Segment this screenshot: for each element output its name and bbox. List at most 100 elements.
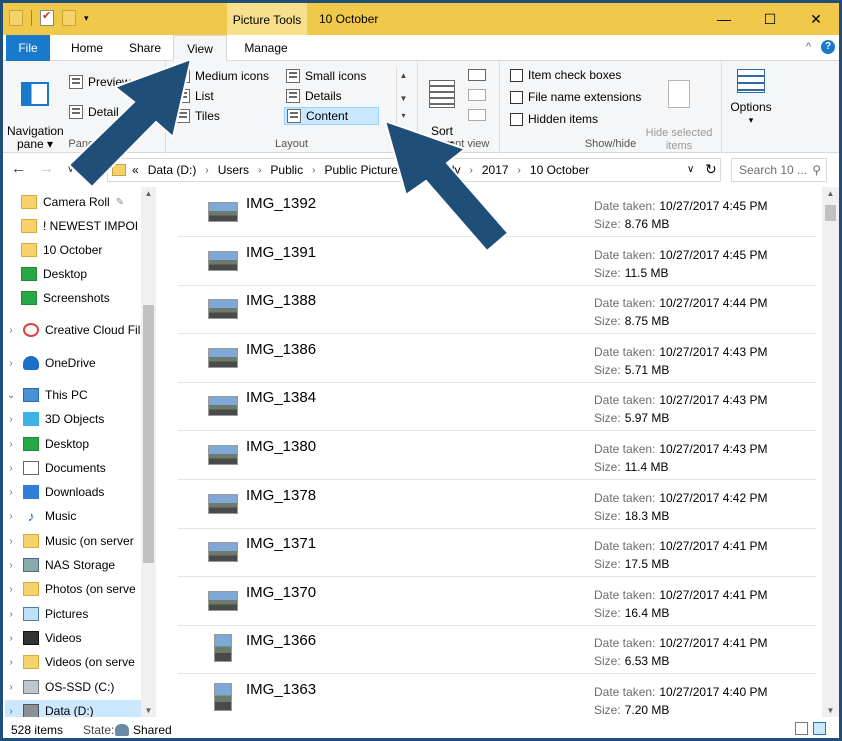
search-icon[interactable]: ⚲	[812, 159, 821, 181]
group-by-icon[interactable]	[468, 69, 486, 81]
expand-chevron-icon[interactable]: ›	[5, 358, 17, 369]
expand-chevron-icon[interactable]: ›	[5, 414, 17, 425]
breadcrumb-2017[interactable]: 2017	[477, 163, 514, 177]
file-name-extensions-toggle[interactable]: File name extensions	[510, 88, 641, 106]
layout-medium-icons[interactable]: Medium icons	[176, 67, 269, 85]
breadcrumb-separator-icon[interactable]: ›	[409, 165, 420, 176]
tab-manage[interactable]: Manage	[231, 35, 301, 61]
file-row[interactable]: IMG_1392 Date taken: 10/27/2017 4:45 PM Siz…	[178, 189, 816, 237]
layout-gallery-scroll[interactable]: ▲ ▼ ▾	[396, 67, 410, 131]
expand-chevron-icon[interactable]: ›	[5, 609, 17, 620]
nav-item[interactable]: › Downloads	[5, 481, 104, 503]
file-row[interactable]: IMG_1366 Date taken: 10/27/2017 4:41 PM Siz…	[178, 626, 816, 675]
tab-share[interactable]: Share	[117, 35, 173, 61]
nav-item[interactable]: › Photos (on serve	[5, 578, 136, 600]
collapse-chevron-icon[interactable]: ⌄	[5, 390, 17, 401]
breadcrumb-separator-icon[interactable]: ›	[466, 165, 477, 176]
expand-chevron-icon[interactable]: ›	[5, 584, 17, 595]
breadcrumb-separator-icon[interactable]: ›	[514, 165, 525, 176]
nav-item[interactable]: › Documents	[5, 457, 106, 479]
breadcrumb-separator-icon[interactable]: ›	[308, 165, 319, 176]
scroll-up-icon[interactable]: ▲	[141, 189, 156, 198]
hidden-items-checkbox[interactable]	[510, 112, 523, 126]
layout-content[interactable]: Content	[284, 107, 380, 125]
add-columns-icon[interactable]	[468, 89, 486, 101]
nav-item[interactable]: › Creative Cloud Fil	[5, 319, 140, 341]
maximize-button[interactable]: ☐	[747, 3, 793, 35]
layout-details[interactable]: Details	[286, 87, 342, 105]
file-row[interactable]: IMG_1378 Date taken: 10/27/2017 4:42 PM Siz…	[178, 481, 816, 529]
file-row[interactable]: IMG_1363 Date taken: 10/27/2017 4:40 PM Siz…	[178, 675, 816, 717]
item-check-boxes-toggle[interactable]: Item check boxes	[510, 66, 621, 84]
nav-item[interactable]: › Music (on server	[5, 530, 134, 552]
options-button[interactable]: Options ▾	[726, 69, 776, 127]
details-pane-button[interactable]: Detail	[69, 103, 119, 121]
nav-item[interactable]: ! NEWEST IMPOI	[21, 215, 138, 237]
file-row[interactable]: IMG_1384 Date taken: 10/27/2017 4:43 PM Siz…	[178, 383, 816, 432]
expand-chevron-icon[interactable]: ›	[5, 511, 17, 522]
nav-item[interactable]: Screenshots	[21, 287, 110, 309]
details-view-icon[interactable]	[795, 722, 808, 735]
file-row[interactable]: IMG_1391 Date taken: 10/27/2017 4:45 PM Siz…	[178, 238, 816, 286]
nav-item[interactable]: Desktop	[21, 263, 87, 285]
file-row[interactable]: IMG_1386 Date taken: 10/27/2017 4:43 PM Siz…	[178, 335, 816, 383]
collapse-ribbon-icon[interactable]: ^	[806, 41, 811, 53]
file-row[interactable]: IMG_1370 Date taken: 10/27/2017 4:41 PM Siz…	[178, 578, 816, 626]
gallery-more-icon[interactable]: ▾	[397, 111, 410, 120]
expand-chevron-icon[interactable]: ›	[5, 657, 17, 668]
expand-chevron-icon[interactable]: ›	[5, 325, 17, 336]
close-button[interactable]: ✕	[793, 3, 839, 35]
search-box[interactable]: Search 10 ... ⚲	[731, 158, 827, 182]
size-columns-icon[interactable]	[468, 109, 486, 121]
tab-file[interactable]: File	[6, 35, 50, 61]
customize-toolbar-icon[interactable]: ▾	[84, 13, 89, 24]
preview-pane-button[interactable]: Preview	[69, 73, 131, 91]
nav-item[interactable]: › OneDrive	[5, 352, 96, 374]
address-dropdown-icon[interactable]: ∨	[687, 164, 694, 175]
properties-icon[interactable]	[40, 9, 54, 26]
gallery-up-icon[interactable]: ▲	[397, 71, 410, 80]
file-row[interactable]: IMG_1380 Date taken: 10/27/2017 4:43 PM Siz…	[178, 432, 816, 480]
expand-chevron-icon[interactable]: ›	[5, 536, 17, 547]
gallery-down-icon[interactable]: ▼	[397, 94, 410, 103]
nav-item[interactable]: ⌄ This PC	[5, 384, 88, 406]
nav-item[interactable]: › NAS Storage	[5, 554, 115, 576]
large-icons-view-icon[interactable]	[813, 722, 826, 735]
scroll-up-icon[interactable]: ▲	[822, 189, 839, 198]
nav-item[interactable]: › Desktop	[5, 433, 89, 455]
expand-chevron-icon[interactable]: ›	[5, 633, 17, 644]
expand-chevron-icon[interactable]: ›	[5, 487, 17, 498]
back-arrow-icon[interactable]: ←	[11, 160, 26, 177]
expand-chevron-icon[interactable]: ›	[5, 439, 17, 450]
content-scroll-thumb[interactable]	[825, 205, 836, 221]
breadcrumb-separator-icon[interactable]: ›	[201, 165, 212, 176]
nav-item[interactable]: › 3D Objects	[5, 408, 104, 430]
recent-locations-icon[interactable]: ∨	[67, 164, 74, 175]
tab-home[interactable]: Home	[59, 35, 115, 61]
file-row[interactable]: IMG_1371 Date taken: 10/27/2017 4:41 PM Siz…	[178, 529, 816, 578]
layout-small-icons[interactable]: Small icons	[286, 67, 366, 85]
breadcrumb-10-october[interactable]: 10 October	[525, 163, 594, 177]
breadcrumb-family[interactable]: Family	[420, 163, 465, 177]
nav-item[interactable]: › Videos	[5, 627, 81, 649]
breadcrumb-users[interactable]: Users	[213, 163, 254, 177]
expand-chevron-icon[interactable]: ›	[5, 682, 17, 693]
item-check-boxes-checkbox[interactable]	[510, 68, 523, 82]
breadcrumb-public[interactable]: Public	[265, 163, 308, 177]
nav-scrollbar[interactable]: ▲ ▼	[141, 187, 156, 717]
hidden-crumbs-chevron[interactable]: «	[132, 163, 143, 177]
expand-chevron-icon[interactable]: ›	[5, 560, 17, 571]
layout-list[interactable]: List	[176, 87, 214, 105]
scroll-down-icon[interactable]: ▼	[822, 706, 839, 715]
nav-item[interactable]: › OS-SSD (C:)	[5, 676, 114, 698]
hidden-items-toggle[interactable]: Hidden items	[510, 110, 598, 128]
expand-chevron-icon[interactable]: ›	[5, 706, 17, 717]
content-scrollbar[interactable]: ▲ ▼	[822, 187, 839, 717]
nav-scroll-thumb[interactable]	[143, 305, 154, 563]
address-bar[interactable]: « Data (D:) › Users › Public › Public Pi…	[107, 158, 721, 182]
forward-arrow-icon[interactable]: →	[39, 160, 54, 177]
nav-item[interactable]: › ♪ Music	[5, 505, 76, 527]
up-arrow-icon[interactable]: ↑	[83, 160, 91, 177]
file-name-extensions-checkbox[interactable]	[510, 90, 523, 104]
help-icon[interactable]: ?	[821, 40, 835, 54]
